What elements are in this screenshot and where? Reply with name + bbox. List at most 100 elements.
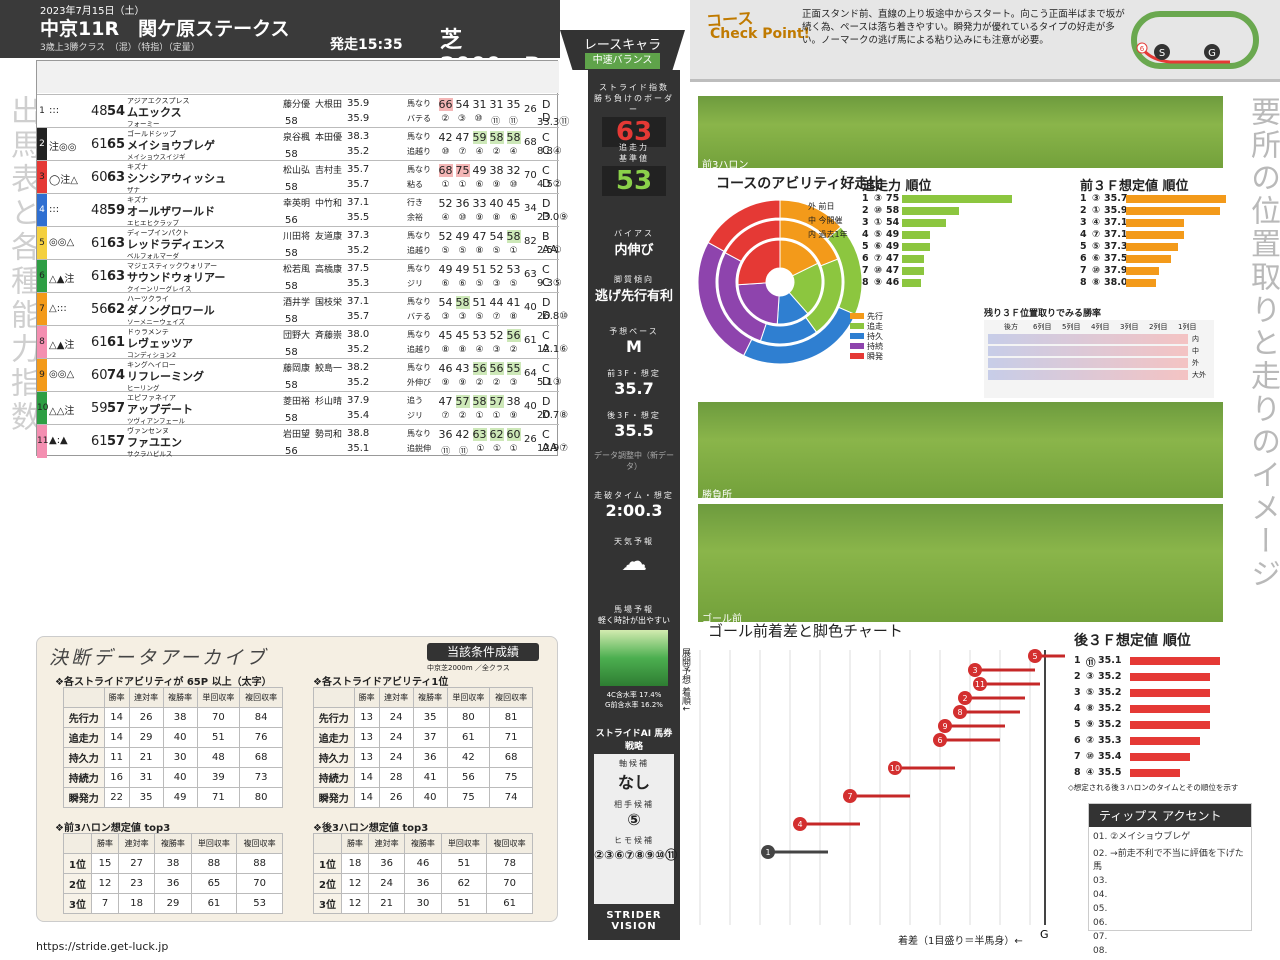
table-row[interactable]: 11 ▲:▲ 61 57 ヴァンセンヌ ファユエン サクラハピルス 岩田望 勢司和 56 38.8 3… — [37, 424, 568, 458]
rank-cell: 37.9 — [1104, 265, 1128, 276]
archive-cell: 30 — [162, 747, 198, 768]
horse-mark: △△注 — [49, 406, 75, 417]
rank-bar — [902, 219, 946, 227]
horse-cm1: 馬なり — [407, 297, 431, 306]
race-chara-label: レースキャラ — [583, 38, 662, 53]
table-row[interactable]: 8 △▲注 61 61 ドゥラメンテ レヴェッツア コンディション2 団野大 斉藤崇 58 38.0… — [37, 325, 568, 359]
archive-title: 決断データアーカイブ — [49, 647, 268, 669]
rank-bar — [1126, 195, 1226, 203]
horse-sh: 63 — [107, 170, 126, 185]
bias-value: 内伸び — [614, 243, 654, 258]
table-row[interactable]: 4::: 48 59 キズナ オールザワールド エヒエヒクラップ 幸英明 中竹和 56 37.1 3… — [37, 193, 568, 227]
horse-f3b: 35.5 — [347, 212, 370, 223]
horse-odds: 20.7⑧ — [537, 410, 569, 421]
table-row[interactable]: 5 ◎◎△ 61 63 ディープインパクト レッドラディエンス ベルフォルマーダ 川田将 友道康… — [37, 226, 562, 260]
ability-value: 44 — [489, 296, 504, 309]
table-row[interactable]: 7 △::: 56 62 ハーツクライ ダノングロワール ソーメニーウェイズ 酒井学 国枝栄 58… — [37, 292, 568, 326]
archive-cell: 51 — [196, 727, 241, 748]
legend-swatch — [850, 333, 864, 339]
archive-cell: 12 — [91, 873, 119, 894]
ability-ranks: ③③⑤⑦⑧ — [437, 312, 522, 322]
rank-cell: 49 — [886, 229, 900, 240]
pace-label: 予想ペース — [609, 327, 659, 336]
mini-col: 2列目 — [1149, 323, 1168, 331]
archive-cell: 35 — [412, 707, 448, 728]
ability-value: 54 — [438, 296, 453, 309]
ability-rank: ① — [493, 444, 502, 454]
horse-f3a: 35.9 — [347, 98, 370, 109]
race-class: 3歳上3勝クラス （混）（特指）（定量） — [40, 43, 200, 53]
horse-jk: 藤分優 — [283, 100, 311, 110]
horse-cm1: 馬なり — [407, 264, 431, 273]
horse-jk: 松若風 — [283, 265, 311, 275]
footer-url[interactable]: https://stride.get-luck.jp — [36, 940, 168, 953]
archive-cell: 62 — [440, 873, 488, 894]
horse-n: 9 — [37, 359, 47, 392]
ability-rank: ⑤ — [475, 312, 484, 322]
track-label-1: 前3ハロン — [702, 160, 749, 171]
ability-rank: ① — [476, 444, 485, 454]
horse-cm2: ジリ — [407, 279, 423, 288]
legend-swatch — [850, 313, 864, 319]
tips-line: 08. — [1093, 946, 1108, 956]
archive-table4: 勝率 連対率 複勝率 単回収率 複回収率 1位 18 36 46 51 78 2位 12 24 36 62 70… — [312, 833, 533, 914]
horse-mark: ▲:▲ — [49, 435, 68, 446]
table-row[interactable]: 3 ◯注△ 60 63 キズナ シンシアウィッシュ ザナ 松山弘 吉村圭 58 35.7 35.7 馬な… — [37, 160, 562, 194]
archive-cell: 瞬発力 — [313, 787, 355, 808]
b3-rank-title: 後３Ｆ想定値 順位 — [1074, 633, 1191, 649]
ability-rank: ③ — [492, 345, 501, 355]
horse-jk: 藤岡康 — [283, 364, 311, 374]
rank-cell: 4 — [1074, 703, 1081, 714]
rank-cell: ⑧ — [1086, 703, 1095, 714]
horse-n: 7 — [37, 293, 47, 326]
ability-value: 46 — [438, 362, 453, 375]
ability-rank: ① — [441, 180, 450, 190]
rank-bar — [1130, 673, 1210, 681]
ability-rank: ① — [509, 246, 518, 256]
ability-values: 42 47 59 58 58 — [437, 131, 522, 144]
rank-cell: 5 — [1080, 241, 1087, 252]
rank-cell: 47 — [886, 265, 900, 276]
ability-ranks: ⑥⑥⑤③⑤ — [437, 279, 522, 289]
mini-col: 5列目 — [1062, 323, 1081, 331]
archive-cell: 56 — [446, 767, 491, 788]
horse-cm1: 追う — [407, 396, 423, 405]
table-row[interactable]: 10 △△注 59 57 エピファネイア アップデート ツヴィアンフェール 菱田裕 杉山晴 58 3… — [37, 391, 568, 425]
pace-value: M — [626, 337, 642, 356]
table-row[interactable]: 2 注◎◎ 61 65 ゴールドシップ メイショウブレゲ メイショウスイジギ 泉谷楓 本田優 58… — [37, 127, 562, 161]
donut-legend-item: 瞬発 — [850, 352, 883, 362]
rank-bar — [1130, 705, 1210, 713]
horse-cm2: バテる — [407, 312, 431, 321]
rank-cell: 1 — [1080, 193, 1087, 204]
table-row[interactable]: 1::: 48 54 アジアエクスプレス ムエックス フォーミー 藤分優 大根田 58 35.9 3… — [37, 94, 569, 128]
archive-table3-title: ❖前3ハロン想定値 top3 — [55, 823, 171, 834]
horse-f3a: 37.3 — [347, 230, 370, 241]
horse-cm1: 馬なり — [407, 429, 431, 438]
horse-jk: 松山弘 — [283, 166, 311, 176]
horse-name: シンシアウィッシュ — [127, 172, 226, 185]
archive-cell: 35 — [128, 787, 164, 808]
ability-value: 31 — [472, 98, 487, 111]
donut-legend-item: 持続 — [850, 342, 883, 352]
archive-cell: 21 — [128, 747, 164, 768]
horse-sav: 26 — [524, 434, 537, 445]
table-row[interactable]: 6 △▲注 61 63 マジェスティックウォリアー サウンドウォリアー クイーンリーグレイス… — [37, 259, 562, 293]
adjust-note: データ調整中（新データ） — [594, 451, 674, 471]
horse-f3b: 35.3 — [347, 278, 370, 289]
ability-rank: ⑦ — [492, 312, 501, 322]
rank-cell: ⑤ — [1086, 687, 1095, 698]
horse-odds: 23.0⑨ — [537, 212, 569, 223]
ability-rank: ① — [458, 180, 467, 190]
rank-cell: 37.3 — [1104, 241, 1128, 252]
legend-swatch — [850, 343, 864, 349]
ability-rank: ⑨ — [475, 213, 484, 223]
table-row[interactable]: 9 ◎◎△ 60 74 キングヘイロー リフレーミング ヒーリング 藤岡康 鮫島一 58 38.2 3… — [37, 358, 562, 392]
archive-cell: 24 — [378, 747, 414, 768]
ability-rank: ⑩ — [509, 180, 518, 190]
archive-cell: 36 — [404, 873, 442, 894]
ability-rank: ③ — [492, 279, 501, 289]
horse-f3b: 35.2 — [347, 146, 370, 157]
goal-horse-number: 4 — [797, 820, 802, 829]
horse-f3a: 38.8 — [347, 428, 370, 439]
legend-label: 持続 — [867, 342, 883, 351]
